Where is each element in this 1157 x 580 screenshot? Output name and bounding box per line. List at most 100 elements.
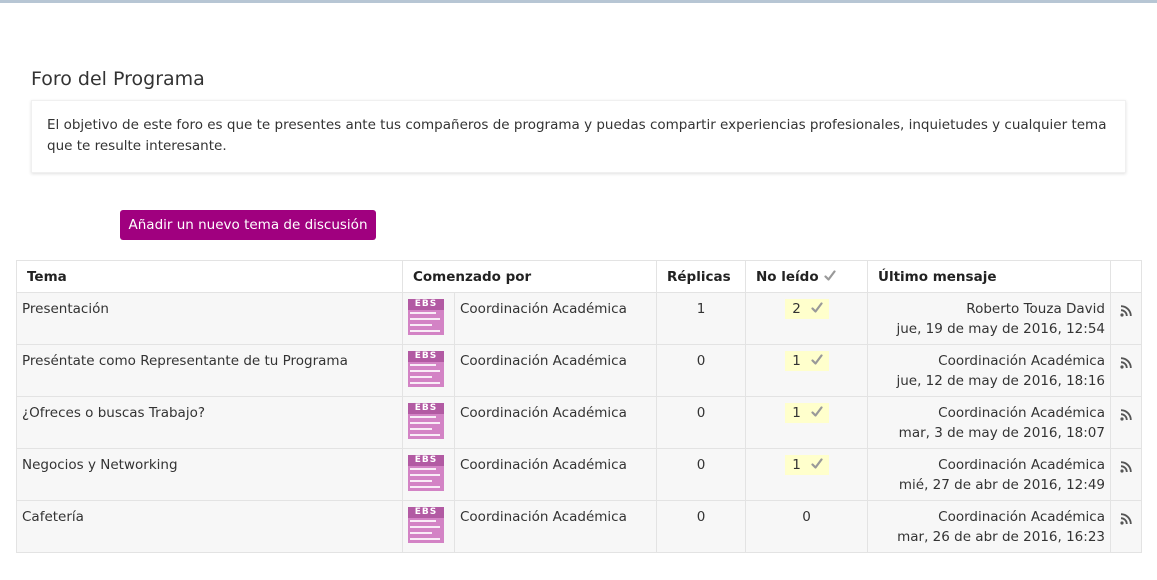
rss-icon[interactable] xyxy=(1120,461,1132,473)
author-cell: Coordinación Académica xyxy=(454,500,657,553)
author-picture-cell: EBS xyxy=(402,448,455,501)
topic-link[interactable]: Negocios y Networking xyxy=(22,457,178,473)
replies-link[interactable]: 0 xyxy=(697,353,706,369)
author-cell: Coordinación Académica xyxy=(454,344,657,397)
author-cell: Coordinación Académica xyxy=(454,292,657,345)
rss-icon[interactable] xyxy=(1120,357,1132,369)
rss-icon[interactable] xyxy=(1120,409,1132,421)
last-post-author-link[interactable]: Coordinación Académica xyxy=(873,455,1105,475)
avatar[interactable]: EBS xyxy=(408,455,444,491)
author-picture-cell: EBS xyxy=(402,500,455,553)
rss-icon[interactable] xyxy=(1120,513,1132,525)
last-post-author-link[interactable]: Coordinación Académica xyxy=(873,351,1105,371)
author-picture-cell: EBS xyxy=(402,292,455,345)
replies-link[interactable]: 0 xyxy=(697,405,706,421)
unread-count-badge[interactable]: 1 xyxy=(784,403,829,423)
rss-cell xyxy=(1110,448,1142,501)
logo-lines xyxy=(410,520,442,543)
author-link[interactable]: Coordinación Académica xyxy=(460,353,627,369)
mark-read-icon[interactable] xyxy=(810,458,823,470)
header-rss xyxy=(1110,260,1142,293)
ebs-logo-text: EBS xyxy=(408,299,444,310)
last-post-cell: Coordinación Académica jue, 12 de may de… xyxy=(867,344,1111,397)
rss-cell xyxy=(1110,292,1142,345)
last-post-date-link[interactable]: mar, 3 de may de 2016, 18:07 xyxy=(873,423,1105,443)
author-link[interactable]: Coordinación Académica xyxy=(460,405,627,421)
author-cell: Coordinación Académica xyxy=(454,396,657,449)
unread-cell: 0 xyxy=(745,500,868,553)
topic-cell: Cafetería xyxy=(16,500,403,553)
header-started-by: Comenzado por xyxy=(402,260,657,293)
topic-link[interactable]: Preséntate como Representante de tu Prog… xyxy=(22,353,348,369)
author-cell: Coordinación Académica xyxy=(454,448,657,501)
last-post-date-link[interactable]: mar, 26 de abr de 2016, 16:23 xyxy=(873,527,1105,547)
unread-count-badge[interactable]: 2 xyxy=(784,299,829,319)
unread-cell: 1 xyxy=(745,448,868,501)
topic-link[interactable]: Presentación xyxy=(22,301,109,317)
author-link[interactable]: Coordinación Académica xyxy=(460,509,627,525)
last-post-cell: Coordinación Académica mié, 27 de abr de… xyxy=(867,448,1111,501)
topic-link[interactable]: ¿Ofreces o buscas Trabajo? xyxy=(22,405,205,421)
logo-lines xyxy=(410,364,442,387)
add-discussion-button[interactable]: Añadir un nuevo tema de discusión xyxy=(120,210,376,240)
replies-cell: 0 xyxy=(656,344,746,397)
mark-read-icon[interactable] xyxy=(810,302,823,314)
author-link[interactable]: Coordinación Académica xyxy=(460,301,627,317)
topic-cell: Presentación xyxy=(16,292,403,345)
header-topic: Tema xyxy=(16,260,403,293)
header-last-post: Último mensaje xyxy=(867,260,1111,293)
avatar[interactable]: EBS xyxy=(408,403,444,439)
replies-cell: 0 xyxy=(656,500,746,553)
topic-cell: Negocios y Networking xyxy=(16,448,403,501)
rss-cell xyxy=(1110,344,1142,397)
unread-count: 2 xyxy=(792,301,801,317)
last-post-date-link[interactable]: jue, 12 de may de 2016, 18:16 xyxy=(873,371,1105,391)
avatar[interactable]: EBS xyxy=(408,507,444,543)
author-picture-cell: EBS xyxy=(402,396,455,449)
table-row: Negocios y Networking EBS Coordinación A… xyxy=(16,448,1142,501)
ebs-logo-text: EBS xyxy=(408,455,444,466)
main-content: Foro del Programa El objetivo de este fo… xyxy=(0,3,1157,580)
last-post-author-link[interactable]: Roberto Touza David xyxy=(873,299,1105,319)
mark-read-icon[interactable] xyxy=(810,354,823,366)
rss-icon[interactable] xyxy=(1120,305,1132,317)
unread-count-badge[interactable]: 1 xyxy=(784,351,829,371)
avatar[interactable]: EBS xyxy=(408,299,444,335)
topic-link[interactable]: Cafetería xyxy=(22,509,84,525)
logo-lines xyxy=(410,416,442,439)
table-row: Preséntate como Representante de tu Prog… xyxy=(16,344,1142,397)
replies-link[interactable]: 1 xyxy=(697,301,706,317)
table-row: Presentación EBS Coordinación Académica … xyxy=(16,292,1142,345)
logo-lines xyxy=(410,312,442,335)
last-post-date-link[interactable]: jue, 19 de may de 2016, 12:54 xyxy=(873,319,1105,339)
page-title: Foro del Programa xyxy=(31,68,205,90)
replies-cell: 0 xyxy=(656,396,746,449)
unread-count: 0 xyxy=(802,509,811,525)
discussion-table: Tema Comenzado por Réplicas No leído Últ… xyxy=(16,260,1142,553)
unread-cell: 2 xyxy=(745,292,868,345)
author-picture-cell: EBS xyxy=(402,344,455,397)
rss-cell xyxy=(1110,396,1142,449)
replies-link[interactable]: 0 xyxy=(697,457,706,473)
last-post-date-link[interactable]: mié, 27 de abr de 2016, 12:49 xyxy=(873,475,1105,495)
last-post-author-link[interactable]: Coordinación Académica xyxy=(873,507,1105,527)
header-unread-label: No leído xyxy=(756,268,819,285)
replies-cell: 1 xyxy=(656,292,746,345)
replies-link[interactable]: 0 xyxy=(697,509,706,525)
topic-cell: ¿Ofreces o buscas Trabajo? xyxy=(16,396,403,449)
forum-intro-box: El objetivo de este foro es que te prese… xyxy=(31,100,1126,173)
forum-intro-text: El objetivo de este foro es que te prese… xyxy=(47,117,1107,154)
author-link[interactable]: Coordinación Académica xyxy=(460,457,627,473)
avatar[interactable]: EBS xyxy=(408,351,444,387)
last-post-author-link[interactable]: Coordinación Académica xyxy=(873,403,1105,423)
mark-all-read-icon[interactable] xyxy=(824,269,836,282)
table-row: Cafetería EBS Coordinación Académica 0 0… xyxy=(16,500,1142,553)
unread-count-badge[interactable]: 1 xyxy=(784,455,829,475)
mark-read-icon[interactable] xyxy=(810,406,823,418)
last-post-cell: Coordinación Académica mar, 26 de abr de… xyxy=(867,500,1111,553)
unread-cell: 1 xyxy=(745,344,868,397)
unread-count: 1 xyxy=(792,405,801,421)
table-header-row: Tema Comenzado por Réplicas No leído Últ… xyxy=(16,260,1142,293)
ebs-logo-text: EBS xyxy=(408,351,444,362)
rss-cell xyxy=(1110,500,1142,553)
